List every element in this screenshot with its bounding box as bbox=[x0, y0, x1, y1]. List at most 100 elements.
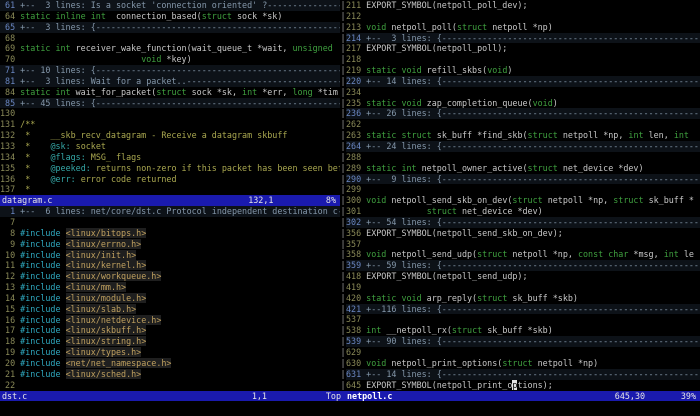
code-line[interactable]: 132 * __skb_recv_datagram - Receive a da… bbox=[0, 130, 340, 141]
code-text: receiver_wake_function(wait_queue_t *wai… bbox=[71, 43, 293, 53]
folded-code-line[interactable]: 71 +-- 10 lines: {----------------------… bbox=[0, 65, 340, 76]
code-line[interactable]: 11 #include <linux/kernel.h> bbox=[0, 260, 340, 271]
code-line[interactable]: 64 static inline int connection_based(st… bbox=[0, 11, 340, 22]
folded-code-line[interactable]: 290 +-- 9 lines: {----------------------… bbox=[346, 174, 700, 185]
code-line[interactable]: 217 EXPORT_SYMBOL(netpoll_poll); bbox=[346, 43, 700, 54]
line-number: 81 bbox=[0, 76, 20, 86]
code-line[interactable]: 21 #include <linux/sched.h> bbox=[0, 369, 340, 380]
editor-pane-dst[interactable]: 1 +-- 6 lines: net/core/dst.c Protocol i… bbox=[0, 206, 340, 390]
folded-code-line[interactable]: 81 +-- 3 lines: Wait for a packet..-----… bbox=[0, 76, 340, 87]
code-text: #include bbox=[20, 325, 65, 335]
code-line[interactable]: 68 bbox=[0, 33, 340, 44]
code-line[interactable]: 70 void *key) bbox=[0, 54, 340, 65]
code-line[interactable]: 299 bbox=[346, 184, 700, 195]
code-line[interactable]: 136 * @err: error code returned bbox=[0, 174, 340, 185]
statusline-ruler: 132,1 bbox=[248, 195, 273, 206]
code-text: * bbox=[20, 152, 50, 162]
code-text: <net/net_namespace.h> bbox=[66, 358, 172, 368]
folded-code-line[interactable]: 220 +-- 14 lines: {---------------------… bbox=[346, 76, 700, 87]
code-line[interactable]: 130 bbox=[0, 108, 340, 119]
code-line[interactable]: 289 static int netpoll_owner_active(stru… bbox=[346, 163, 700, 174]
code-line[interactable]: 12 #include <linux/workqueue.h> bbox=[0, 271, 340, 282]
line-number: 631 bbox=[346, 369, 366, 379]
folded-code-line[interactable]: 85 +-- 45 lines: {----------------------… bbox=[0, 98, 340, 109]
code-line[interactable]: 8 #include <linux/bitops.h> bbox=[0, 228, 340, 239]
code-line[interactable]: 13 #include <linux/mm.h> bbox=[0, 282, 340, 293]
code-line[interactable]: 357 bbox=[346, 239, 700, 250]
folded-code-line[interactable]: 539 +-- 90 lines: {---------------------… bbox=[346, 336, 700, 347]
statusline-dst[interactable]: dst.c 1,1 Top bbox=[0, 391, 345, 402]
code-line[interactable]: 137 * bbox=[0, 184, 340, 195]
code-line[interactable]: 16 #include <linux/netdevice.h> bbox=[0, 315, 340, 326]
code-line[interactable]: 630 void netpoll_print_options(struct ne… bbox=[346, 358, 700, 369]
folded-code-line[interactable]: 359 +-- 59 lines: {---------------------… bbox=[346, 260, 700, 271]
code-text: struct bbox=[477, 249, 507, 259]
line-number: 630 bbox=[346, 358, 366, 368]
code-line[interactable]: 537 bbox=[346, 314, 700, 325]
code-line[interactable]: 538 int __netpoll_rx(struct sk_buff *skb… bbox=[346, 325, 700, 336]
code-line[interactable]: 133 * @sk: socket bbox=[0, 141, 340, 152]
code-line[interactable]: 219 static void refill_skbs(void) bbox=[346, 65, 700, 76]
code-line[interactable]: 356 EXPORT_SYMBOL(netpoll_send_skb_on_de… bbox=[346, 228, 700, 239]
statusline-netpoll[interactable]: netpoll.c 645,30 39% bbox=[345, 391, 700, 402]
folded-code-line[interactable]: 302 +-- 54 lines: {---------------------… bbox=[346, 217, 700, 228]
code-line[interactable]: 15 #include <linux/slab.h> bbox=[0, 304, 340, 315]
code-line[interactable]: 69 static int receiver_wake_function(wai… bbox=[0, 43, 340, 54]
fold-text: +-- 3 lines: Wait for a packet..--------… bbox=[20, 76, 340, 86]
statusline-filename: datagram.c bbox=[2, 195, 52, 206]
code-line[interactable]: 212 bbox=[346, 11, 700, 22]
folded-code-line[interactable]: 61 +-- 3 lines: Is a socket 'connection … bbox=[0, 0, 340, 11]
code-line[interactable]: 22 bbox=[0, 380, 340, 391]
statusline-datagram[interactable]: datagram.c 132,1 8% bbox=[0, 195, 340, 206]
code-line[interactable]: 9 #include <linux/errno.h> bbox=[0, 239, 340, 250]
code-line[interactable]: 10 #include <linux/init.h> bbox=[0, 250, 340, 261]
fold-text: +--116 lines: {-------------------------… bbox=[366, 304, 699, 314]
code-line[interactable]: 17 #include <linux/skbuff.h> bbox=[0, 325, 340, 336]
code-text: <linux/kernel.h> bbox=[66, 260, 147, 270]
line-number: 9 bbox=[0, 239, 20, 249]
code-line[interactable]: 131 /** bbox=[0, 119, 340, 130]
code-text: void bbox=[487, 65, 507, 75]
folded-code-line[interactable]: 214 +-- 3 lines: {----------------------… bbox=[346, 33, 700, 44]
code-text: * bbox=[20, 174, 50, 184]
code-line[interactable]: 218 bbox=[346, 54, 700, 65]
code-line[interactable]: 211 EXPORT_SYMBOL(netpoll_poll_dev); bbox=[346, 0, 700, 11]
code-line[interactable]: 235 static void zap_completion_queue(voi… bbox=[346, 98, 700, 109]
code-line[interactable]: 420 static void arp_reply(struct sk_buff… bbox=[346, 293, 700, 304]
editor-pane-netpoll[interactable]: 211 EXPORT_SYMBOL(netpoll_poll_dev);212 … bbox=[346, 0, 700, 391]
folded-code-line[interactable]: 1 +-- 6 lines: net/core/dst.c Protocol i… bbox=[0, 206, 340, 217]
code-line[interactable]: 18 #include <linux/string.h> bbox=[0, 336, 340, 347]
code-line[interactable]: 19 #include <linux/types.h> bbox=[0, 347, 340, 358]
code-line[interactable]: 84 static int wait_for_packet(struct soc… bbox=[0, 87, 340, 98]
folded-code-line[interactable]: 236 +-- 26 lines: {---------------------… bbox=[346, 108, 700, 119]
code-line[interactable]: 300 void netpoll_send_skb_on_dev(struct … bbox=[346, 195, 700, 206]
code-line[interactable]: 263 static struct sk_buff *find_skb(stru… bbox=[346, 130, 700, 141]
folded-code-line[interactable]: 264 +-- 24 lines: {---------------------… bbox=[346, 141, 700, 152]
line-number: 85 bbox=[0, 98, 20, 108]
code-text: sk_buff *skb) bbox=[507, 293, 578, 303]
folded-code-line[interactable]: 65 +-- 3 lines: {-----------------------… bbox=[0, 22, 340, 33]
code-line[interactable]: 234 bbox=[346, 87, 700, 98]
line-number: 219 bbox=[346, 65, 366, 75]
statusline-ruler: 645,30 bbox=[615, 391, 645, 402]
code-line[interactable]: 645 EXPORT_SYMBOL(netpoll_print_options)… bbox=[346, 380, 700, 391]
code-line[interactable]: 418 EXPORT_SYMBOL(netpoll_send_udp); bbox=[346, 271, 700, 282]
code-text: #include bbox=[20, 336, 65, 346]
line-number: 359 bbox=[346, 260, 366, 270]
code-line[interactable]: 288 bbox=[346, 152, 700, 163]
folded-code-line[interactable]: 421 +--116 lines: {---------------------… bbox=[346, 304, 700, 315]
code-line[interactable]: 7 bbox=[0, 217, 340, 228]
code-line[interactable]: 419 bbox=[346, 282, 700, 293]
code-line[interactable]: 301 struct net_device *dev) bbox=[346, 206, 700, 217]
code-line[interactable]: 629 bbox=[346, 347, 700, 358]
code-line[interactable]: 135 * @peeked: returns non-zero if this … bbox=[0, 163, 340, 174]
code-line[interactable]: 213 void netpoll_poll(struct netpoll *np… bbox=[346, 22, 700, 33]
code-line[interactable]: 20 #include <net/net_namespace.h> bbox=[0, 358, 340, 369]
code-line[interactable]: 134 * @flags: MSG_ flags bbox=[0, 152, 340, 163]
editor-pane-datagram[interactable]: 61 +-- 3 lines: Is a socket 'connection … bbox=[0, 0, 340, 195]
code-line[interactable]: 262 bbox=[346, 119, 700, 130]
code-text: netpoll_send_skb_on_dev( bbox=[386, 195, 512, 205]
folded-code-line[interactable]: 631 +-- 14 lines: {---------------------… bbox=[346, 369, 700, 380]
code-line[interactable]: 14 #include <linux/module.h> bbox=[0, 293, 340, 304]
code-line[interactable]: 358 void netpoll_send_udp(struct netpoll… bbox=[346, 249, 700, 260]
